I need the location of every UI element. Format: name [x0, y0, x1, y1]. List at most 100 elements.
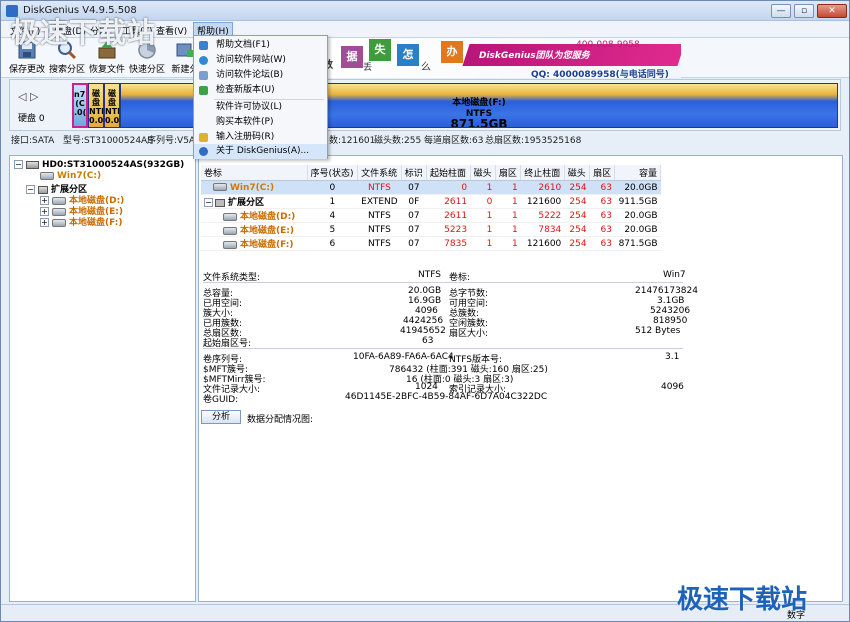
row-start-cyl: 0 [426, 180, 471, 195]
info-cylinders: 数:121601 [329, 136, 376, 146]
menu-register-label: 输入注册码(R) [216, 132, 275, 142]
row-id: 07 [401, 236, 427, 251]
col-start-head[interactable]: 磁头 [470, 165, 496, 181]
menu-visit-website[interactable]: 访问软件网站(W) [194, 53, 327, 68]
menu-buy[interactable]: 购买本软件(P) [194, 115, 327, 130]
menu-visit-forum-label: 访问软件论坛(B) [216, 70, 284, 80]
table-row[interactable]: 本地磁盘(E:) 5 NTFS 07 5223 1 1 7834 254 63 … [201, 222, 661, 237]
row-name: 本地磁盘(D:) [240, 212, 296, 222]
menu-help-docs[interactable]: 帮助文档(F1) [194, 38, 327, 53]
row-start-head: 1 [470, 180, 496, 195]
table-row[interactable]: 本地磁盘(F:) 6 NTFS 07 7835 1 1 121600 254 6… [201, 236, 661, 251]
disk-tree: − HD0:ST31000524AS(932GB) Win7(C:) − 扩展分区 … [9, 155, 196, 602]
menu-about[interactable]: 关于 DiskGenius(A)... [194, 144, 327, 159]
info-total-sectors: 总扇区数:1953525168 [485, 136, 582, 146]
row-end-cyl: 7834 [520, 222, 565, 237]
save-changes-label: 保存更改 [8, 65, 45, 75]
tree-win7-label: Win7(C:) [57, 171, 102, 181]
table-row[interactable]: − 扩展分区 1 EXTEND 0F 2611 0 1 121600 254 63… [201, 194, 661, 209]
detail-record: 1024 [415, 382, 438, 392]
menu-license-label: 软件许可协议(L) [216, 102, 283, 112]
col-volume[interactable]: 卷标 [201, 165, 308, 181]
data-distribution-label: 数据分配情况图: [247, 415, 314, 425]
tree-item-win7[interactable]: Win7(C:) [40, 171, 101, 181]
tree-item-f[interactable]: + 本地磁盘(F:) [40, 215, 122, 228]
partition-block-c[interactable]: n7( (C .0( [72, 83, 88, 128]
col-id[interactable]: 标识 [401, 165, 428, 181]
help-menu-dropdown: 帮助文档(F1) 访问软件网站(W) 访问软件论坛(B) 检查新版本(U) 软件… [193, 35, 328, 159]
disk-nav-arrows[interactable]: ◁ ▷ [18, 90, 38, 103]
partition-table: 卷标 序号(状态) 文件系统 标识 起始柱面 磁头 扇区 终止柱面 磁头 扇区 … [201, 165, 661, 251]
row-start-head: 1 [470, 208, 496, 223]
expand-icon[interactable]: + [40, 218, 49, 227]
col-start-sector[interactable]: 扇区 [495, 165, 522, 181]
row-end-sector: 63 [589, 236, 615, 251]
collapse-icon[interactable]: − [14, 160, 23, 169]
menu-license[interactable]: 软件许可协议(L) [194, 100, 327, 115]
col-end-cyl[interactable]: 终止柱面 [520, 165, 565, 181]
info-interface: 接口:SATA [11, 136, 55, 146]
banner-tile-1: 据 [341, 46, 363, 68]
row-capacity: 20.0GB [614, 222, 661, 237]
part-d-l1: 磁盘 [92, 89, 100, 107]
detail-total-sectors: 41945652 [400, 326, 446, 336]
menu-register[interactable]: 输入注册码(R) [194, 130, 327, 145]
volume-icon [40, 171, 54, 180]
close-button[interactable]: ✕ [817, 4, 847, 18]
row-start-sector: 1 [495, 236, 521, 251]
table-row[interactable]: 本地磁盘(D:) 4 NTFS 07 2611 1 1 5222 254 63 … [201, 208, 661, 223]
partition-block-d[interactable]: 磁盘 NTFS 0.0( [88, 83, 104, 128]
row-id: 07 [401, 180, 427, 195]
hard-disk-icon [26, 160, 39, 169]
row-start-cyl: 5223 [426, 222, 471, 237]
banner-team-text: DiskGenius团队为您服务 [479, 51, 590, 61]
divider [203, 348, 683, 349]
row-index: 4 [307, 208, 358, 223]
collapse-icon[interactable]: − [204, 198, 213, 207]
ad-banner[interactable]: 据 数 丢 失 怎 么 办 DiskGenius团队为您服务 400-008-9… [301, 38, 681, 78]
detail-start-sector: 63 [422, 336, 434, 346]
row-end-cyl: 5222 [520, 208, 565, 223]
detail-index: 4096 [661, 382, 684, 392]
menu-visit-forum[interactable]: 访问软件论坛(B) [194, 68, 327, 83]
col-start-cyl[interactable]: 起始柱面 [426, 165, 471, 181]
detail-total-bytes: 21476173824 [635, 286, 698, 296]
key-icon [199, 133, 208, 142]
part-d-l3: 0.0( [89, 116, 104, 125]
search-partition-label: 搜索分区 [48, 65, 85, 75]
table-row[interactable]: Win7(C:) 0 NTFS 07 0 1 1 2610 254 63 20.… [201, 180, 661, 195]
detail-ntfs-ver: 3.1 [665, 352, 680, 362]
row-index: 5 [307, 222, 358, 237]
row-start-sector: 1 [495, 222, 521, 237]
row-end-sector: 63 [589, 208, 615, 223]
collapse-icon[interactable]: − [26, 185, 35, 194]
row-fs: NTFS [357, 222, 402, 237]
row-start-sector: 1 [495, 208, 521, 223]
minimize-button[interactable]: — [771, 4, 791, 18]
row-start-head: 0 [470, 194, 496, 209]
col-fs[interactable]: 文件系统 [357, 165, 402, 181]
tree-item-disk[interactable]: − HD0:ST31000524AS(932GB) [14, 160, 184, 170]
row-start-head: 1 [470, 236, 496, 251]
row-capacity: 20.0GB [614, 180, 661, 195]
part-e-l2: NTFS [105, 107, 119, 116]
col-end-head[interactable]: 磁头 [564, 165, 591, 181]
info-icon [199, 147, 208, 156]
detail-fs-type: NTFS [418, 270, 441, 280]
detail-guid: 46D1145E-2BFC-4B59-84AF-6D7A04C322DC [345, 392, 548, 402]
detail-used: 16.9GB [408, 296, 442, 306]
ie-icon [199, 56, 208, 65]
menu-help-docs-label: 帮助文档(F1) [216, 40, 270, 50]
col-index[interactable]: 序号(状态) [307, 165, 359, 181]
row-end-cyl: 121600 [520, 236, 565, 251]
col-capacity[interactable]: 容量 [614, 165, 661, 181]
menu-view[interactable]: 查看(V) [153, 23, 190, 38]
watermark-top: 极速下载站 [11, 16, 157, 49]
row-index: 1 [307, 194, 358, 209]
menu-check-update[interactable]: 检查新版本(U) [194, 83, 327, 98]
detail-total-cap: 20.0GB [408, 286, 442, 296]
maximize-button[interactable]: ▫ [794, 4, 814, 18]
partition-block-e[interactable]: 磁盘 NTFS 0.0( [104, 83, 120, 128]
analyze-button[interactable]: 分析 [201, 410, 241, 424]
col-end-sector[interactable]: 扇区 [589, 165, 616, 181]
